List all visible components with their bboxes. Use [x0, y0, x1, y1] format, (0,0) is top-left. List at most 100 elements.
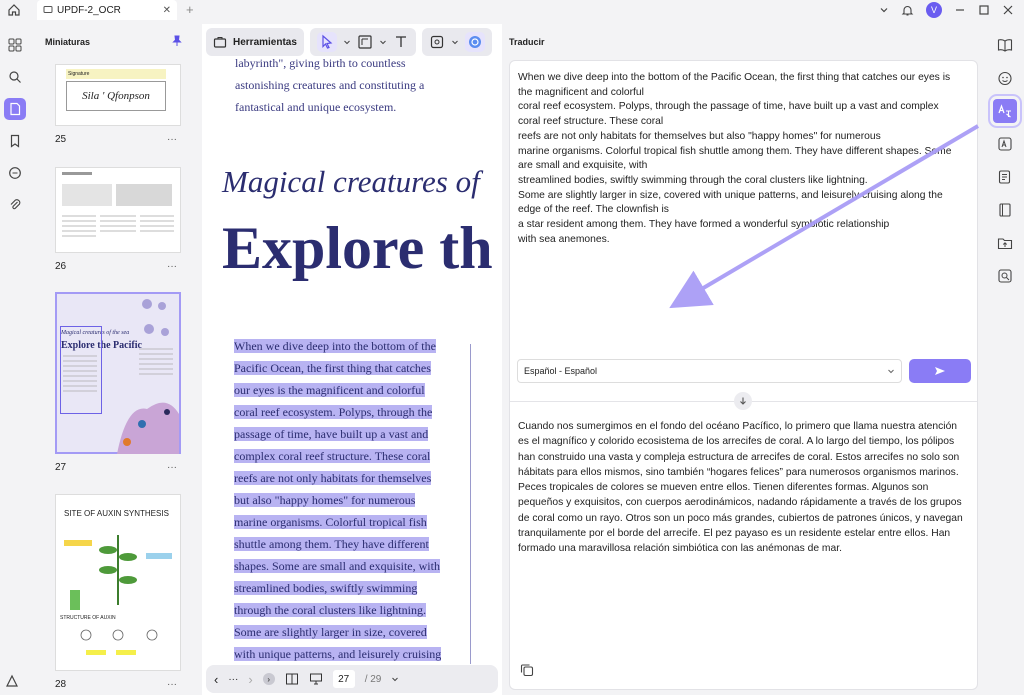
stamp-icon[interactable] [429, 34, 445, 50]
note-edit-icon [998, 170, 1010, 184]
ai-assistant-button[interactable] [464, 32, 485, 52]
translate-card: When we dive deep into the bottom of the… [509, 60, 978, 690]
previous-page-icon[interactable]: ‹ [214, 672, 218, 687]
source-line: the magnificent and colorful [518, 86, 644, 98]
signature-label: Signature [66, 69, 166, 79]
text-recognize-icon [997, 137, 1012, 151]
home-icon [8, 4, 20, 16]
search-icon [9, 71, 21, 83]
translate-button[interactable] [987, 94, 1022, 128]
more-icon[interactable]: ··· [228, 674, 238, 685]
highlighted-line: shapes. Some are small and exquisite, wi… [234, 559, 440, 573]
translate-send-button[interactable] [909, 359, 971, 383]
highlighted-line: When we dive deep into the bottom of the [234, 339, 436, 353]
grid-icon [8, 38, 22, 52]
minimize-icon[interactable] [954, 4, 966, 16]
highlighted-line: Some are slightly larger in size, covere… [234, 625, 427, 639]
source-line: When we dive deep into the bottom of the… [518, 72, 951, 83]
chevron-down-icon [888, 369, 894, 374]
avatar[interactable]: V [926, 2, 942, 18]
ai-chat-button[interactable] [993, 66, 1017, 90]
select-tool-button[interactable] [316, 32, 337, 52]
send-icon [935, 367, 945, 375]
scan-search-icon [997, 269, 1012, 283]
highlighted-line: shuttle among them. They have different [234, 537, 429, 551]
chevron-down-icon[interactable] [451, 38, 459, 46]
chevron-down-icon[interactable] [343, 38, 351, 46]
attachments-button[interactable] [4, 194, 26, 216]
translate-icon [997, 104, 1011, 118]
highlighted-line: coral reef ecosystem. Polyps, through th… [234, 405, 433, 419]
translate-panel: Traducir When we dive deep into the bott… [502, 24, 985, 695]
thumbnails-button[interactable] [4, 98, 26, 120]
pages-overview-button[interactable] [4, 34, 26, 56]
chevron-down-icon[interactable] [879, 5, 889, 15]
scan-search-button[interactable] [993, 264, 1017, 288]
copy-button[interactable] [520, 663, 534, 677]
search-button[interactable] [4, 66, 26, 88]
source-line: edge of the reef. The clownfish is [518, 204, 669, 216]
highlighted-line: through the coral clusters like lightnin… [234, 603, 426, 617]
page-menu-button[interactable]: ··· [167, 462, 177, 473]
export-button[interactable] [993, 231, 1017, 255]
swap-direction-button[interactable] [734, 392, 752, 410]
page-menu-button[interactable]: ··· [167, 261, 177, 272]
highlighted-line: passage of time, have built up a vast an… [234, 427, 429, 441]
pin-button[interactable] [171, 35, 183, 47]
maximize-icon[interactable] [978, 4, 990, 16]
left-tool-rail [0, 24, 30, 695]
page-menu-button[interactable]: ··· [167, 134, 177, 145]
language-value: Español - Español [524, 366, 598, 376]
summarize-button[interactable] [993, 165, 1017, 189]
page-navigation-bar: ‹ ··· › › 27 / 29 [206, 665, 498, 693]
right-tool-rail [985, 24, 1024, 695]
highlighted-line: with unique patterns, and leisurely crui… [234, 647, 442, 661]
reader-button[interactable] [993, 33, 1017, 57]
page-preview-image [63, 299, 179, 454]
source-line: coral reef structure. These coral [518, 116, 664, 128]
text-line: fantastical and unique ecosystem. [235, 100, 397, 114]
ocr-button[interactable] [993, 132, 1017, 156]
bell-icon[interactable] [901, 4, 914, 17]
page-number: 27 [55, 462, 67, 473]
presentation-icon[interactable] [309, 672, 323, 686]
tools-button[interactable]: Herramientas [206, 28, 304, 56]
italic-heading: Magical creatures of [222, 164, 480, 199]
page-thumbnail-28[interactable]: SITE OF AUXIN SYNTHESIS STRUCTURE OF AUX… [55, 494, 181, 671]
new-tab-button[interactable]: + [186, 2, 194, 17]
page-thumbnail-25[interactable]: Signature Sila ' Qfonpson [55, 64, 181, 126]
highlighted-line: complex coral reef structure. These cora… [234, 449, 431, 463]
scroll-right-icon[interactable]: › [262, 673, 275, 685]
next-page-icon[interactable]: › [248, 672, 252, 687]
document-view[interactable]: labyrinth", giving birth to countless as… [202, 24, 502, 695]
language-select[interactable]: Español - Español [517, 359, 902, 383]
document-tab[interactable]: UPDF-2_OCR ✕ [37, 0, 177, 20]
arrow-down-icon [740, 397, 746, 405]
notebook-button[interactable] [993, 198, 1017, 222]
layers-icon [6, 674, 18, 687]
highlighted-paragraph[interactable]: When we dive deep into the bottom of the… [234, 335, 444, 665]
layers-button[interactable] [4, 673, 20, 689]
chevron-down-icon[interactable] [391, 675, 399, 683]
comments-button[interactable] [4, 162, 26, 184]
text-tool-icon[interactable] [393, 34, 409, 50]
page-thumbnail-27[interactable]: Magical creatures of the sea Explore the… [55, 292, 181, 454]
document-toolbar: Herramientas [206, 28, 492, 56]
page-menu-button[interactable]: ··· [167, 679, 177, 690]
total-pages: / 29 [364, 673, 382, 685]
home-button[interactable] [0, 0, 28, 20]
source-line: with sea anemones. [518, 233, 610, 245]
close-tab-icon[interactable]: ✕ [163, 5, 171, 16]
bookmarks-button[interactable] [4, 130, 26, 152]
source-line: marine organisms. Colorful tropical fish… [518, 145, 952, 157]
book-open-icon [997, 39, 1012, 52]
close-window-icon[interactable] [1002, 4, 1014, 16]
page-layout-icon[interactable] [285, 672, 299, 686]
chevron-down-icon[interactable] [379, 38, 387, 46]
page-number-input[interactable]: 27 [332, 670, 355, 688]
page-thumbnail-26[interactable] [55, 167, 181, 253]
translated-text[interactable]: Cuando nos sumergimos en el fondo del oc… [518, 419, 970, 557]
thumbnails-panel: Miniaturas Signature Sila ' Qfonpson 25 … [35, 24, 195, 695]
frame-tool-icon[interactable] [357, 34, 373, 50]
source-text[interactable]: When we dive deep into the bottom of the… [518, 71, 970, 247]
